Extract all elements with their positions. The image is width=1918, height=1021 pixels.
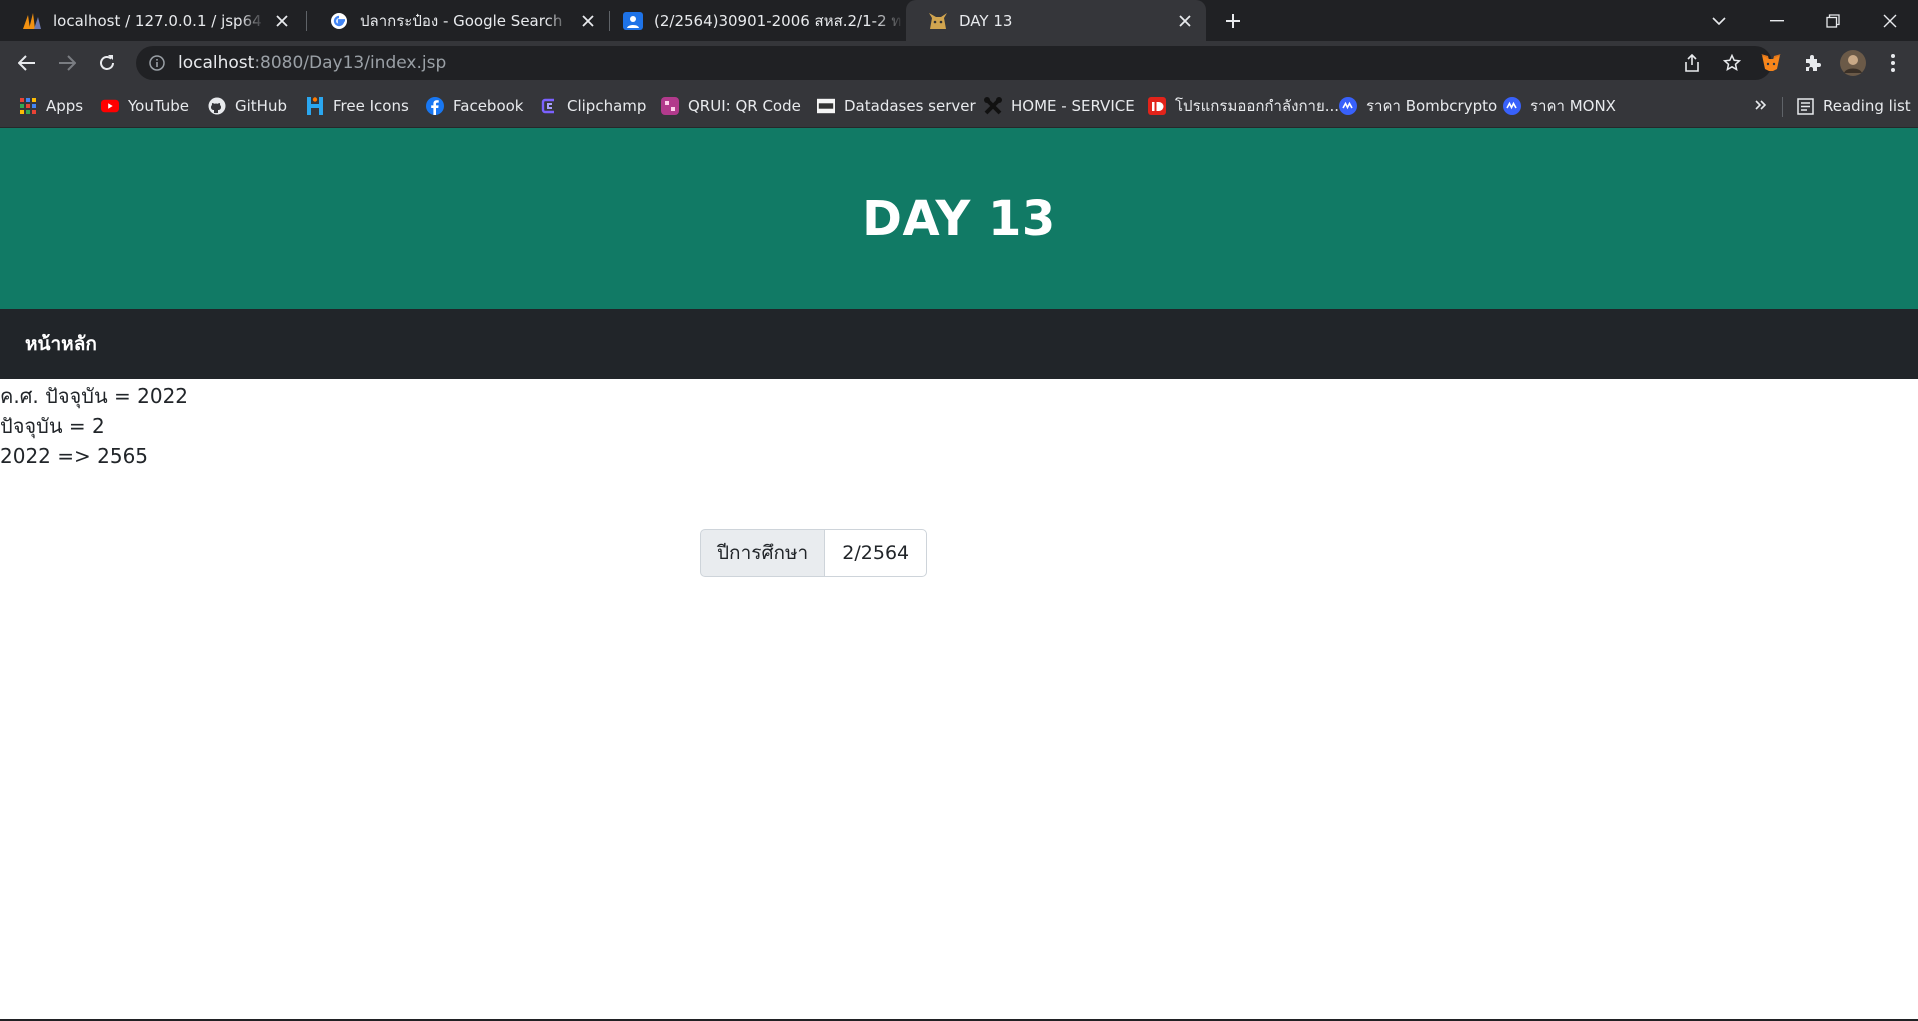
browser-toolbar: localhost:8080/Day13/index.jsp	[0, 41, 1918, 85]
bookmark-label: Apps	[46, 97, 84, 115]
bookmark-apps[interactable]: Apps	[19, 85, 83, 127]
reload-button[interactable]	[93, 49, 121, 77]
database-server-icon	[817, 97, 835, 115]
back-button[interactable]	[13, 49, 41, 77]
tab-phpmyadmin[interactable]: localhost / 127.0.0.1 / jsp64 / mo	[0, 0, 303, 41]
url-text[interactable]: localhost:8080/Day13/index.jsp	[178, 46, 446, 80]
reload-icon	[100, 55, 114, 70]
reading-list-button[interactable]: Reading list	[1796, 85, 1911, 127]
output-text-block: ค.ศ. ปัจจุบัน = 2022 ปัจจุบัน = 2 2022 =…	[0, 381, 188, 471]
bookmarks-overflow-button[interactable]	[1755, 85, 1767, 127]
url-host: localhost	[178, 53, 255, 73]
bookmark-label: Datadases server	[844, 97, 976, 115]
bookmark-clipchamp[interactable]: Clipchamp	[540, 85, 646, 127]
double-chevron-right-icon	[1755, 97, 1767, 115]
tab-search-button[interactable]	[1695, 0, 1743, 41]
page-header-banner: DAY 13	[0, 128, 1918, 309]
bookmark-label: ราคา MONX	[1530, 97, 1616, 115]
youtube-icon	[101, 97, 119, 115]
trueid-icon	[1148, 97, 1166, 115]
metamask-extension-icon[interactable]	[1757, 49, 1785, 77]
browser-tab-strip: localhost / 127.0.0.1 / jsp64 / mo ปลากร…	[0, 0, 1918, 41]
github-icon	[208, 97, 226, 115]
year-conversion-line: 2022 => 2565	[0, 444, 149, 468]
bookmark-label: QRUI: QR Code	[688, 97, 801, 115]
arrow-right-icon	[59, 55, 76, 71]
bookmark-qrui[interactable]: QRUI: QR Code	[661, 85, 801, 127]
bookmarks-bar: Apps YouTube GitHub Free Icons Facebook …	[0, 85, 1918, 128]
bookmark-label: GitHub	[235, 97, 287, 115]
phpmyadmin-icon	[22, 11, 42, 31]
bookmarks-separator	[1782, 97, 1783, 117]
bookmark-label: Facebook	[453, 97, 524, 115]
profile-avatar[interactable]	[1839, 49, 1867, 77]
coinmarket-icon	[1339, 97, 1357, 115]
reading-list-label: Reading list	[1823, 97, 1911, 115]
tab-title: localhost / 127.0.0.1 / jsp64 / mo	[53, 11, 265, 30]
academic-year-field[interactable]	[824, 529, 928, 577]
close-icon[interactable]	[271, 10, 293, 32]
bookmark-free-icons[interactable]: Free Icons	[306, 85, 409, 127]
plus-icon	[1226, 14, 1240, 28]
star-icon[interactable]	[1721, 52, 1743, 74]
new-tab-button[interactable]	[1218, 9, 1248, 33]
bookmark-datadases-server[interactable]: Datadases server	[817, 85, 976, 127]
bookmark-label: Free Icons	[333, 97, 409, 115]
url-path: :8080/Day13/index.jsp	[254, 53, 447, 73]
close-icon[interactable]	[1174, 10, 1196, 32]
bookmark-label: ราคา Bombcrypto	[1366, 97, 1498, 115]
facebook-icon	[426, 97, 444, 115]
restore-button[interactable]	[1809, 0, 1857, 41]
clipchamp-icon	[540, 97, 558, 115]
tab-google-search[interactable]: ปลากระป๋อง - Google Search	[307, 0, 609, 41]
tomcat-icon	[928, 11, 948, 31]
restore-icon	[1826, 13, 1840, 28]
share-icon[interactable]	[1681, 52, 1703, 74]
qrui-icon	[661, 97, 679, 115]
current-year-line: ค.ศ. ปัจจุบัน = 2022	[0, 384, 189, 408]
free-icons-icon	[306, 97, 324, 115]
tab-title: ปลากระป๋อง - Google Search	[360, 11, 563, 30]
bookmark-github[interactable]: GitHub	[208, 85, 287, 127]
bookmark-label: HOME - SERVICE	[1011, 97, 1135, 115]
extensions-puzzle-icon[interactable]	[1798, 49, 1826, 77]
menu-kebab-icon[interactable]	[1879, 49, 1907, 77]
reading-list-icon	[1796, 97, 1814, 115]
tab-google-classroom[interactable]: (2/2564)30901-2006 สหส.2/1-2 ท	[601, 0, 904, 41]
classroom-icon	[623, 11, 643, 31]
minimize-button[interactable]	[1753, 0, 1801, 41]
minimize-icon	[1770, 19, 1784, 21]
bookmark-bombcrypto-price[interactable]: ราคา Bombcrypto	[1339, 85, 1497, 127]
academic-year-label: ปีการศึกษา	[700, 529, 826, 577]
bookmark-youtube[interactable]: YouTube	[101, 85, 189, 127]
current-month-line: ปัจจุบัน = 2	[0, 414, 105, 438]
close-icon	[1883, 14, 1897, 27]
nav-home-link[interactable]: หน้าหลัก	[25, 309, 97, 379]
page-navbar: หน้าหลัก	[0, 309, 1918, 379]
tools-icon	[984, 97, 1002, 115]
chevron-down-icon	[1712, 16, 1726, 25]
bookmark-label: Clipchamp	[567, 97, 647, 115]
close-icon[interactable]	[577, 10, 599, 32]
info-icon[interactable]	[148, 54, 166, 72]
tab-day13[interactable]: DAY 13	[906, 0, 1206, 41]
bookmark-workout-program[interactable]: โปรแกรมออกกำลังกาย...	[1148, 85, 1339, 127]
bookmark-label: โปรแกรมออกกำลังกาย...	[1175, 97, 1340, 115]
arrow-left-icon	[18, 55, 35, 71]
coinmarket-icon	[1503, 97, 1521, 115]
tab-title: (2/2564)30901-2006 สหส.2/1-2 ท	[654, 11, 902, 30]
tab-title: DAY 13	[959, 11, 1013, 30]
forward-button[interactable]	[53, 49, 81, 77]
bookmark-label: YouTube	[128, 97, 189, 115]
google-icon	[329, 11, 349, 31]
bookmark-monx-price[interactable]: ราคา MONX	[1503, 85, 1616, 127]
page-title: DAY 13	[862, 190, 1056, 247]
bookmark-home-service[interactable]: HOME - SERVICE	[984, 85, 1135, 127]
address-bar[interactable]: localhost:8080/Day13/index.jsp	[136, 46, 1772, 80]
bookmark-facebook[interactable]: Facebook	[426, 85, 523, 127]
close-window-button[interactable]	[1866, 0, 1914, 41]
academic-year-input-group: ปีการศึกษา	[700, 529, 928, 577]
apps-grid-icon	[19, 97, 37, 115]
